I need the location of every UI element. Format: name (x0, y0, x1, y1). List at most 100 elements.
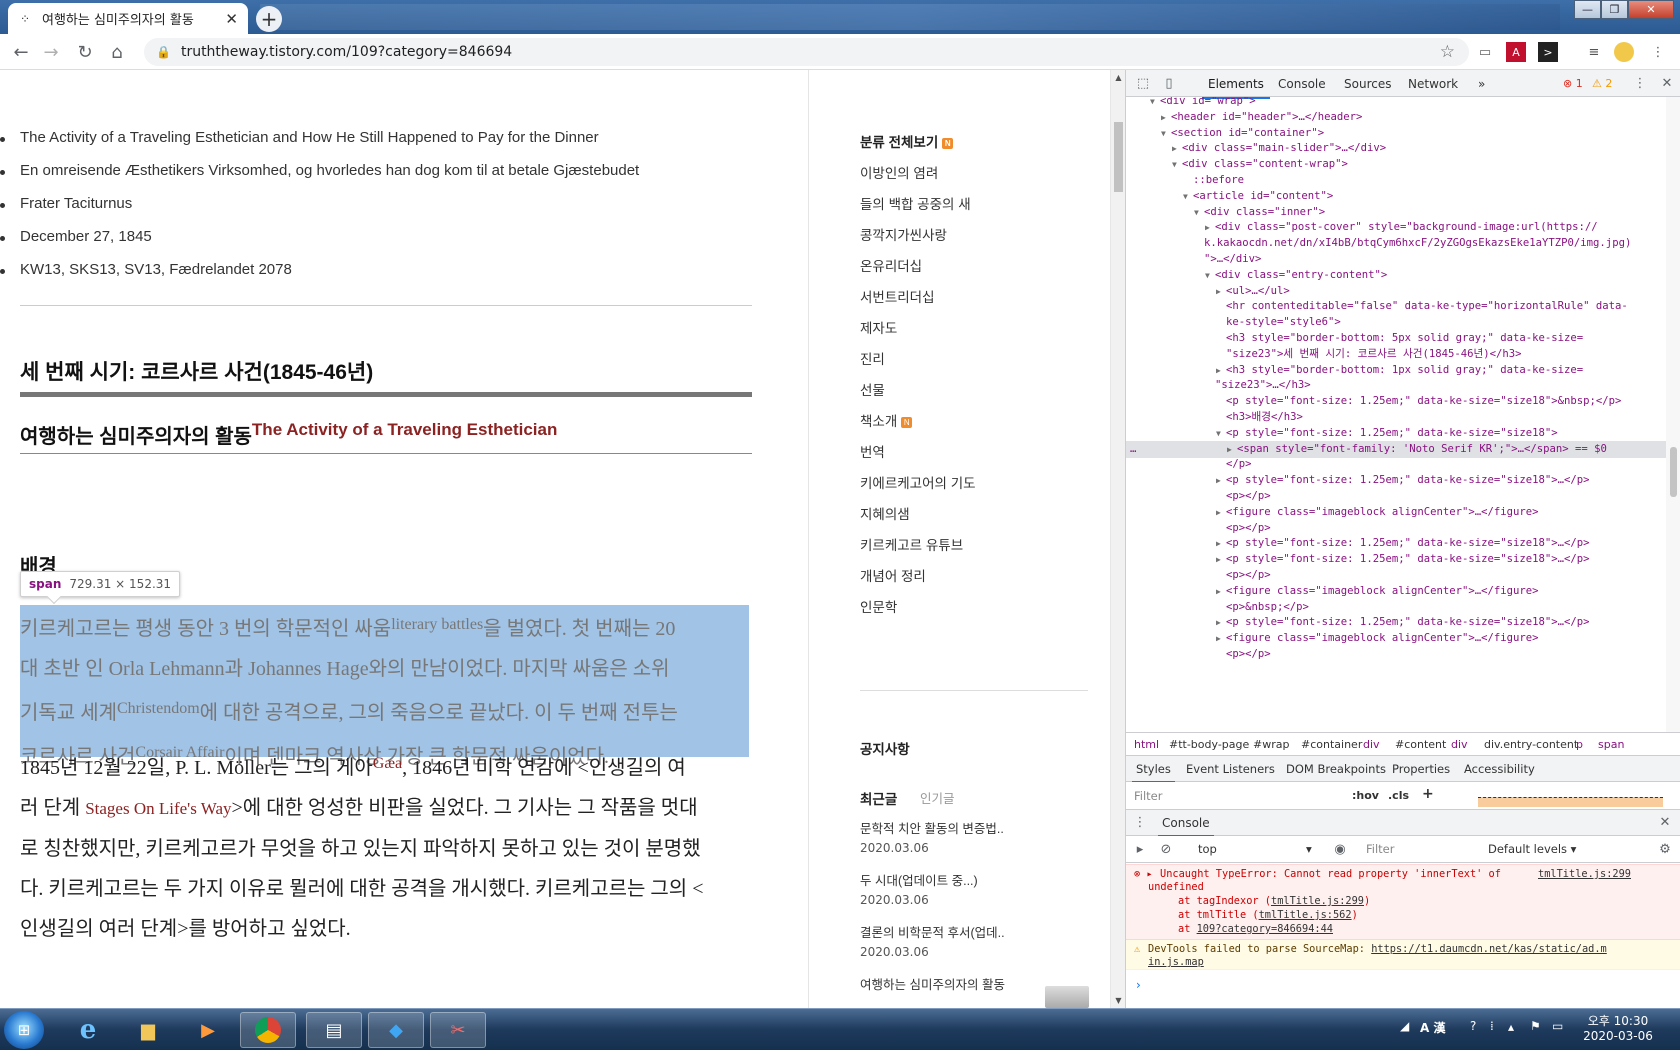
live-expression-eye-icon[interactable]: ◉ (1332, 841, 1348, 857)
dom-node-line[interactable]: ▶ <p style="font-size: 1.25em;" data-ke-s… (1126, 535, 1666, 552)
display-tray-icon[interactable]: ▭ (1552, 1019, 1563, 1033)
sidebar-item-category[interactable]: 선물 (860, 379, 885, 399)
home-icon[interactable]: ⌂ (106, 41, 128, 63)
page-scrollbar[interactable]: ▲ ▼ (1110, 70, 1125, 1008)
dom-node-line[interactable]: ▼ <div class="entry-content"> (1126, 267, 1666, 284)
dom-node-line[interactable]: <h3 style="border-bottom: 5px solid gray… (1126, 330, 1666, 347)
dom-node-line[interactable]: ▶ <div class="post-cover" style="backgrou… (1126, 219, 1666, 236)
dom-node-line[interactable]: "size23">…</h3> (1126, 377, 1666, 394)
dom-node-line[interactable]: <p>&nbsp;</p> (1126, 599, 1666, 616)
browser-tab[interactable]: ⁘ 여행하는 심미주의자의 활동 ✕ (8, 3, 248, 34)
console-sidebar-icon[interactable]: ▸ (1132, 841, 1148, 857)
vscode-taskbar-icon[interactable]: ◆ (368, 1012, 424, 1048)
collapsed-triangle-icon[interactable]: ▶ (1161, 109, 1171, 126)
sidebar-item-category[interactable]: 콩깍지가씬사랑 (860, 224, 947, 244)
breadcrumb-item[interactable]: div (1363, 738, 1380, 751)
expanded-triangle-icon[interactable]: ▼ (1216, 425, 1226, 442)
sidebar-item-category[interactable]: 진리 (860, 348, 885, 368)
acrobat-extension-icon[interactable]: A (1506, 42, 1526, 62)
profile-avatar[interactable] (1614, 42, 1634, 62)
sidebar-item-category[interactable]: 들의 백합 공중의 새 (860, 193, 971, 213)
sourcemap-link[interactable]: https://t1.daumcdn.net/kas/static/ad.m (1371, 943, 1607, 955)
dom-node-line[interactable]: ▶ <p style="font-size: 1.25em;" data-ke-s… (1126, 614, 1666, 631)
lock-icon[interactable]: 🔒 (156, 45, 171, 59)
dom-node-line[interactable]: ">…</div> (1126, 251, 1666, 268)
devtools-menu-icon[interactable]: ⋮ (1632, 75, 1648, 91)
scroll-up-icon[interactable]: ▲ (1111, 70, 1126, 85)
notice-heading[interactable]: 공지사항 (860, 738, 910, 758)
styles-filter-input[interactable]: Filter (1130, 786, 1340, 806)
device-toolbar-icon[interactable]: ▯ (1161, 75, 1177, 91)
sidebar-item-category[interactable]: 키에르케고어의 기도 (860, 472, 976, 492)
sidebar-item-category[interactable]: 키르케고르 유튜브 (860, 534, 963, 554)
dom-node-line[interactable]: ▶ <figure class="imageblock alignCenter">… (1126, 504, 1666, 521)
ime-indicator[interactable]: A 漢 (1420, 1019, 1445, 1036)
dom-node-line[interactable]: ▶ <div class="main-slider">…</div> (1126, 140, 1666, 157)
sidebar-item-category[interactable]: 지혜의샘 (860, 503, 910, 523)
dom-node-line[interactable]: k.kakaocdn.net/dn/xI4bB/btqCym6hxcF/2yZG… (1126, 235, 1666, 252)
console-drawer-tab[interactable]: Console (1158, 816, 1214, 837)
dom-node-line[interactable]: ▶ <span style="font-family: 'Noto Serif K… (1126, 440, 1666, 458)
console-prompt[interactable]: › (1136, 978, 1141, 992)
expanded-triangle-icon[interactable]: ▼ (1194, 204, 1204, 221)
close-window-button[interactable]: ✕ (1628, 0, 1674, 19)
notepad-taskbar-icon[interactable]: ▤ (306, 1012, 362, 1048)
collapsed-triangle-icon[interactable]: ▶ (1216, 283, 1226, 300)
recent-post-title[interactable]: 결론의 비학문적 후서(업데.. (860, 922, 1005, 941)
tab-console[interactable]: Console (1278, 77, 1326, 91)
collapsed-triangle-icon[interactable]: ▶ (1216, 551, 1226, 568)
breadcrumb-item[interactable]: #wrap (1253, 738, 1289, 751)
recent-post-thumbnail[interactable] (1045, 986, 1089, 1008)
breadcrumb-item[interactable]: html (1134, 738, 1159, 751)
popular-posts-tab[interactable]: 인기글 (920, 788, 955, 807)
dom-node-line[interactable]: <p></p> (1126, 646, 1666, 663)
console-settings-gear-icon[interactable]: ⚙ (1657, 841, 1673, 857)
cast-icon[interactable]: ▭ (1475, 42, 1495, 62)
sidebar-item-category[interactable]: 제자도 (860, 317, 897, 337)
breadcrumb-item[interactable]: #content (1395, 738, 1446, 751)
system-clock[interactable]: 오후 10:30 2020-03-06 (1578, 1014, 1658, 1044)
dom-node-line[interactable]: "size23">세 번째 시기: 코르사르 사건(1845-46년)</h3> (1126, 346, 1666, 363)
clear-console-icon[interactable]: ⊘ (1158, 841, 1174, 857)
sidebar-item-category[interactable]: 번역 (860, 441, 885, 461)
log-levels-dropdown[interactable]: Default levels ▾ (1488, 842, 1576, 856)
bookmark-star-icon[interactable]: ☆ (1440, 42, 1455, 62)
breadcrumb-item[interactable]: span (1598, 738, 1624, 751)
devtools-close-icon[interactable]: ✕ (1659, 75, 1675, 91)
expanded-triangle-icon[interactable]: ▼ (1161, 125, 1171, 142)
dom-node-line[interactable]: ▼ <section id="container"> (1126, 125, 1666, 142)
scroll-down-icon[interactable]: ▼ (1111, 993, 1126, 1008)
terminal-extension-icon[interactable]: > (1538, 42, 1558, 62)
stack-frame-link[interactable]: tmlTitle.js:562 (1259, 909, 1352, 921)
file-explorer-icon[interactable]: ▆ (120, 1012, 176, 1048)
internet-explorer-icon[interactable]: e (60, 1012, 116, 1048)
more-tabs-icon[interactable]: » (1478, 77, 1485, 91)
recent-post-title[interactable]: 문학적 치안 활동의 변증법.. (860, 818, 1004, 837)
breadcrumb-item[interactable]: #container (1301, 738, 1362, 751)
tab-close-icon[interactable]: ✕ (225, 10, 238, 28)
help-tray-icon[interactable]: ? (1470, 1019, 1476, 1033)
breadcrumb-item[interactable]: div (1451, 738, 1468, 751)
sidebar-item-category[interactable]: 책소개 N (860, 410, 913, 430)
tab-accessibility[interactable]: Accessibility (1464, 762, 1535, 776)
dom-node-line[interactable]: <p style="font-size: 1.25em;" data-ke-si… (1126, 393, 1666, 410)
address-bar[interactable]: 🔒 truththeway.tistory.com/109?category=8… (144, 38, 1469, 66)
sidebar-item-category[interactable]: 서번트리더십 (860, 286, 935, 306)
hover-state-toggle[interactable]: :hov (1352, 789, 1379, 802)
recent-post-title[interactable]: 여행하는 심미주의자의 활동 (860, 974, 1005, 993)
collapsed-triangle-icon[interactable]: ▶ (1205, 219, 1215, 236)
tab-styles[interactable]: Styles (1132, 762, 1175, 783)
snipping-tool-icon[interactable]: ✂ (430, 1012, 486, 1048)
dom-node-line[interactable]: </p> (1126, 456, 1666, 473)
breadcrumb-item[interactable]: div.entry-content (1484, 738, 1578, 751)
recent-posts-tab[interactable]: 최근글 (860, 788, 897, 808)
expanded-triangle-icon[interactable]: ▼ (1183, 188, 1193, 205)
collapsed-triangle-icon[interactable]: ▶ (1227, 441, 1237, 458)
drawer-menu-icon[interactable]: ⋮ (1132, 814, 1148, 830)
scroll-thumb[interactable] (1114, 122, 1123, 192)
chrome-taskbar-icon[interactable] (240, 1012, 296, 1048)
tab-elements[interactable]: Elements (1202, 77, 1270, 99)
dom-node-line[interactable]: <hr contenteditable="false" data-ke-type… (1126, 298, 1666, 315)
tab-properties[interactable]: Properties (1392, 762, 1450, 776)
recent-post-title[interactable]: 두 시대(업데이트 중...) (860, 870, 978, 889)
